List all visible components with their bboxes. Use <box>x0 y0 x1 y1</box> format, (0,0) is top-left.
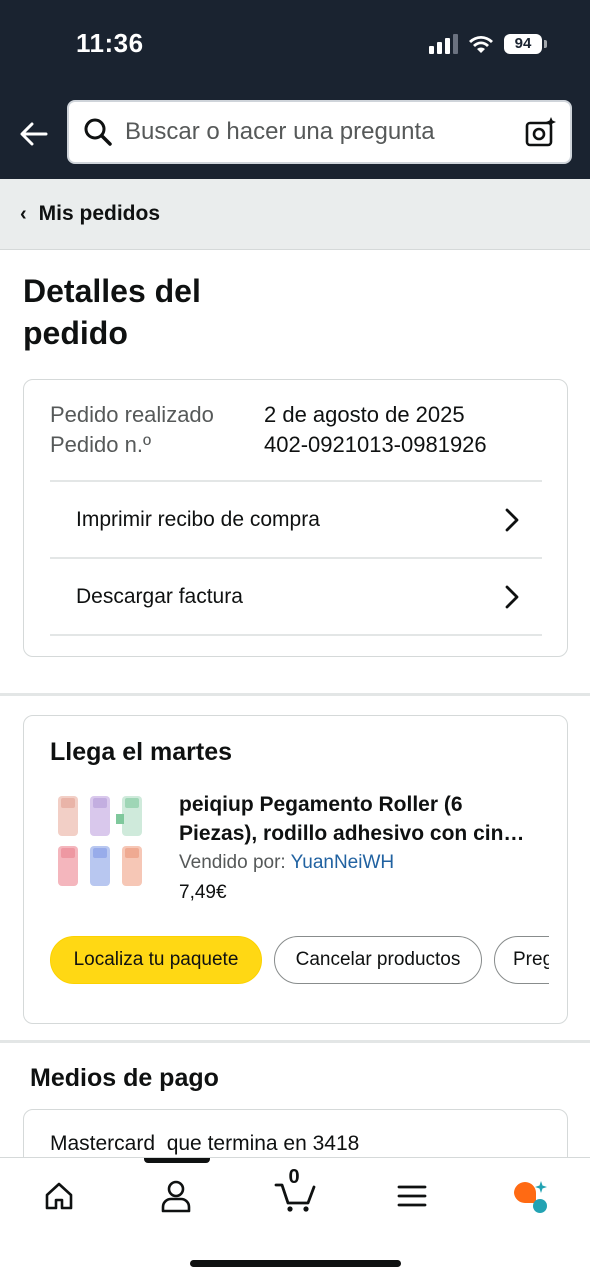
back-arrow-icon[interactable] <box>16 116 52 152</box>
rufus-assistant-icon <box>514 1181 547 1213</box>
bottom-tab-bar: 0 <box>0 1157 590 1280</box>
status-time: 11:36 <box>76 28 144 58</box>
order-number-label: Pedido n.º <box>50 432 151 457</box>
chevron-left-icon: ‹ <box>20 202 27 225</box>
search-icon <box>84 118 112 146</box>
home-icon <box>45 1182 73 1210</box>
tab-cart[interactable]: 0 <box>272 1166 320 1218</box>
cancel-items-button[interactable]: Cancelar productos <box>274 936 482 984</box>
breadcrumb[interactable]: ‹ Mis pedidos <box>0 179 590 250</box>
active-tab-indicator <box>144 1158 210 1163</box>
status-icons: 94 <box>429 32 547 56</box>
section-divider <box>0 693 590 696</box>
shipment-card: Llega el martes peiqiup Pegamento Roller… <box>23 715 568 1024</box>
section-divider <box>0 1040 590 1043</box>
chevron-right-icon <box>505 508 519 532</box>
payment-heading: Medios de pago <box>30 1064 219 1092</box>
download-invoice-label: Descargar factura <box>76 585 243 608</box>
home-indicator <box>190 1260 401 1267</box>
track-package-button[interactable]: Localiza tu paquete <box>50 936 262 984</box>
order-info-card: Pedido realizado 2 de agosto de 2025 Ped… <box>23 379 568 657</box>
search-input[interactable] <box>125 118 495 146</box>
order-date-label: Pedido realizado <box>50 402 214 427</box>
divider <box>50 634 542 636</box>
tab-menu[interactable] <box>390 1174 434 1218</box>
tab-rufus[interactable] <box>508 1174 552 1218</box>
account-icon <box>161 1180 191 1213</box>
chevron-right-icon <box>505 585 519 609</box>
print-receipt-label: Imprimir recibo de compra <box>76 508 320 531</box>
order-number-value: 402-0921013-0981926 <box>264 432 487 457</box>
print-receipt-link[interactable]: Imprimir recibo de compra <box>50 480 542 558</box>
breadcrumb-label[interactable]: Mis pedidos <box>39 202 160 226</box>
top-header: 11:36 94 <box>0 0 590 179</box>
page-title: Detalles del pedido <box>23 273 201 351</box>
download-invoice-link[interactable]: Descargar factura <box>50 557 542 635</box>
wifi-icon <box>469 36 493 53</box>
menu-icon <box>397 1185 427 1207</box>
tab-home[interactable] <box>37 1174 81 1218</box>
payment-method: Mastercard que termina en 3418 <box>50 1132 360 1155</box>
cart-count-badge: 0 <box>288 1166 300 1188</box>
action-buttons-row: Localiza tu paquete Cancelar productos P… <box>24 716 549 1023</box>
camera-search-icon[interactable] <box>524 116 558 150</box>
tab-account[interactable] <box>154 1174 198 1218</box>
order-date-value: 2 de agosto de 2025 <box>264 402 465 427</box>
ask-question-button[interactable]: Preg <box>494 936 549 984</box>
battery-indicator: 94 <box>504 34 547 54</box>
search-bar[interactable] <box>67 100 572 164</box>
cellular-signal-icon <box>429 34 458 54</box>
